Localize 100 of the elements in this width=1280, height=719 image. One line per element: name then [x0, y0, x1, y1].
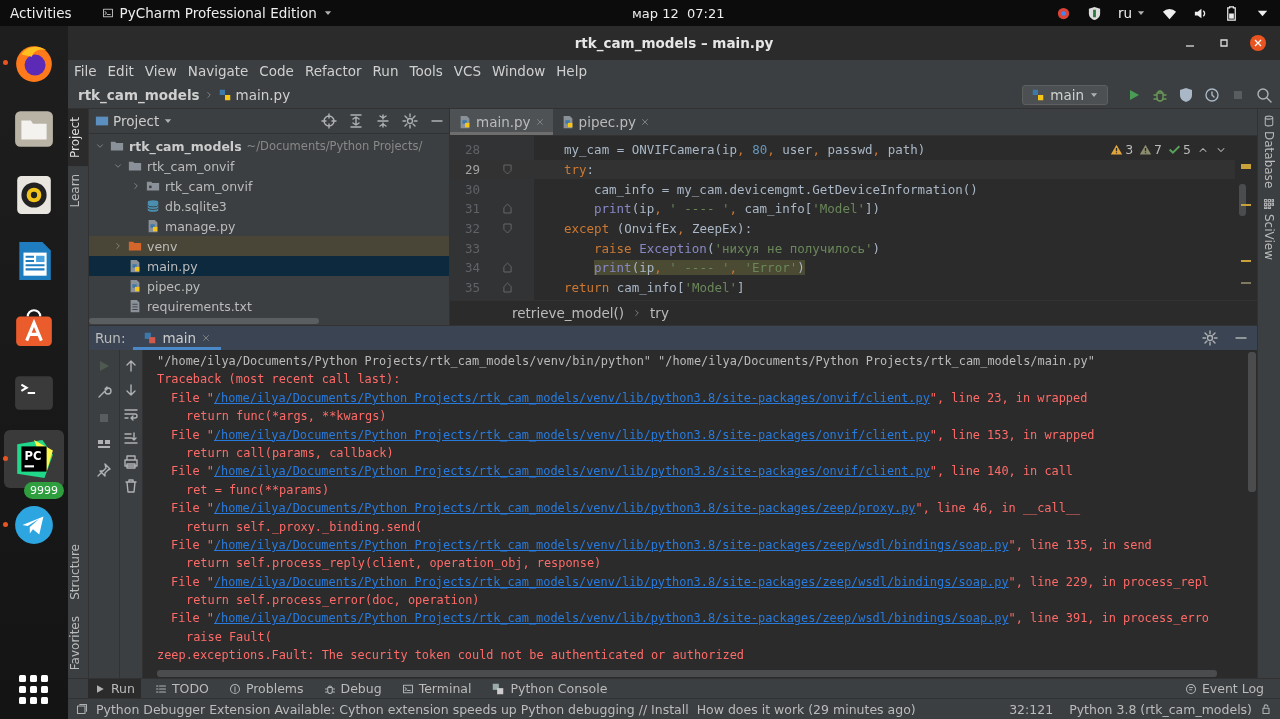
wrench-icon[interactable]	[96, 384, 112, 400]
tree-item[interactable]: rtk_cam_onvif	[89, 176, 449, 196]
battery-icon[interactable]	[1224, 5, 1239, 21]
warning-marker[interactable]	[1241, 282, 1251, 284]
project-view-dropdown[interactable]: Project	[113, 113, 160, 129]
menu-item[interactable]: Refactor	[304, 63, 362, 79]
tool-window-button[interactable]: Problems	[222, 679, 310, 698]
menu-item[interactable]: VCS	[453, 63, 481, 79]
tool-window-button[interactable]: Debug	[317, 679, 388, 698]
warning-marker[interactable]	[1241, 204, 1251, 206]
inspection-count[interactable]: 3	[1110, 142, 1134, 157]
collapse-all-icon[interactable]	[375, 113, 391, 129]
menu-item[interactable]: Window	[491, 63, 546, 79]
tool-window-tab[interactable]: Favorites	[68, 607, 88, 678]
debug-icon[interactable]	[1152, 87, 1168, 103]
breadcrumb[interactable]: main.py	[235, 87, 291, 103]
tree-item[interactable]: pipec.py	[89, 276, 449, 296]
app-grid-icon[interactable]	[19, 675, 49, 705]
lock-icon[interactable]	[1260, 703, 1272, 715]
wrap-icon[interactable]	[123, 406, 139, 422]
menu-item[interactable]: View	[144, 63, 177, 79]
pin-icon[interactable]	[96, 462, 112, 478]
menu-item[interactable]: Code	[259, 63, 294, 79]
fold-marker-icon[interactable]	[502, 282, 512, 294]
shopping-bag-icon[interactable]	[13, 306, 55, 348]
trash-icon[interactable]	[123, 478, 139, 494]
tree-item[interactable]: main.py	[89, 256, 449, 276]
browser-icon[interactable]	[1055, 5, 1071, 21]
tree-item[interactable]: rtk_cam_onvif	[89, 156, 449, 176]
menu-item[interactable]: Tools	[409, 63, 443, 79]
language-menu[interactable]: ru	[1117, 5, 1146, 21]
shield-icon[interactable]	[1086, 5, 1102, 21]
warning-marker[interactable]	[1241, 164, 1251, 169]
scrollbar-thumb[interactable]	[1239, 184, 1246, 216]
menu-item[interactable]: Navigate	[187, 63, 249, 79]
warning-marker[interactable]	[1241, 260, 1251, 262]
grid-icon[interactable]	[1263, 198, 1275, 211]
scrollbar-thumb[interactable]	[1248, 352, 1256, 492]
menu-item[interactable]: File	[74, 63, 97, 79]
file-link[interactable]: /home/ilya/Documents/Python Projects/rtk_cam_models/venv/lib/python3.8/site-packages/zeep/wsdl/bindings/soap.py	[213, 611, 1009, 626]
cursor-position[interactable]: 32:121	[1009, 701, 1054, 717]
tool-window-tab[interactable]: Structure	[68, 535, 88, 608]
paper-plane-icon[interactable]	[13, 504, 55, 546]
editor-tab[interactable]: pipec.py	[552, 109, 659, 135]
tool-window-button[interactable]: Python Console	[485, 679, 614, 698]
run-configuration-dropdown[interactable]: main	[1022, 85, 1108, 105]
tool-window-button[interactable]: Terminal	[395, 679, 478, 698]
file-link[interactable]: /home/ilya/Documents/Python Projects/rtk_cam_models/venv/lib/python3.8/site-packages/zeep/wsdl/bindings/soap.py	[213, 537, 1009, 552]
tool-window-tab[interactable]: SciView	[1262, 214, 1276, 261]
scrollbar-thumb[interactable]	[89, 318, 319, 324]
tree-item[interactable]: manage.py	[89, 216, 449, 236]
folder-icon[interactable]	[13, 108, 55, 150]
clock[interactable]: мар 12 07:21	[632, 5, 725, 21]
search-icon[interactable]	[1256, 87, 1272, 103]
scrollbar-thumb[interactable]	[157, 670, 1217, 677]
menu-item[interactable]: Edit	[107, 63, 134, 79]
database-icon	[146, 199, 160, 213]
status-message[interactable]: Python Debugger Extension Available: Cython extension speeds up Python debugging // Install How does it work (29 minutes ago)	[96, 701, 916, 717]
app-icon	[101, 7, 114, 19]
file-link[interactable]: /home/ilya/Documents/Python Projects/rtk_cam_models/venv/lib/python3.8/site-packages/onvif/client.py	[213, 390, 930, 405]
printer-icon[interactable]	[123, 454, 139, 470]
settings-icon[interactable]	[402, 113, 418, 129]
interpreter-selector[interactable]: Python 3.8 (rtk_cam_models)	[1069, 701, 1252, 717]
tree-item[interactable]: db.sqlite3	[89, 196, 449, 216]
menu-item[interactable]: Help	[556, 63, 587, 79]
check-icon	[1168, 143, 1182, 156]
tool-window-tab[interactable]: Project	[68, 109, 88, 167]
file-link[interactable]: /home/ilya/Documents/Python Projects/rtk_cam_models/venv/lib/python3.8/site-packages/zeep/wsdl/bindings/soap.py	[213, 574, 1009, 589]
tree-item[interactable]: venv	[89, 236, 449, 256]
settings-icon[interactable]	[1202, 330, 1218, 346]
scroll-to-end-icon[interactable]	[123, 430, 139, 446]
file-link[interactable]: /home/ilya/Documents/Python Projects/rtk_cam_models/venv/lib/python3.8/site-packages/onvif/client.py	[213, 464, 930, 479]
tree-item[interactable]: requirements.txt	[89, 296, 449, 316]
inspection-count[interactable]: 5	[1168, 142, 1191, 157]
tool-window-button[interactable]: TODO	[148, 679, 215, 698]
fold-marker-icon[interactable]	[502, 223, 512, 235]
inspection-count[interactable]: 7	[1139, 142, 1163, 157]
database-icon[interactable]	[1263, 115, 1275, 127]
breadcrumb[interactable]: try	[650, 305, 669, 321]
file-link[interactable]: /home/ilya/Documents/Python Projects/rtk_cam_models/venv/lib/python3.8/site-packages/zeep/proxy.py	[213, 501, 916, 516]
fold-marker-icon[interactable]	[502, 203, 512, 215]
editor-tab[interactable]: main.py	[450, 109, 553, 135]
target-icon[interactable]	[321, 113, 337, 129]
event-log-button[interactable]: Event Log	[1178, 679, 1270, 698]
window-icon[interactable]	[76, 703, 88, 715]
file-link[interactable]: /home/ilya/Documents/Python Projects/rtk_cam_models/venv/lib/python3.8/site-packages/onvif/client.py	[213, 427, 930, 442]
app-menu[interactable]: PyCharm Professional Edition	[101, 5, 333, 21]
run-tab[interactable]: main	[133, 326, 222, 350]
menu-item[interactable]: Run	[372, 63, 399, 79]
close-icon[interactable]	[1250, 35, 1266, 51]
tree-item[interactable]: rtk_cam_models ~/Documents/Python Projects/	[89, 136, 449, 156]
expand-all-icon[interactable]	[348, 113, 364, 129]
tool-window-button[interactable]: Run	[88, 679, 141, 698]
fold-marker-icon[interactable]	[502, 262, 512, 274]
fold-marker-icon[interactable]	[502, 164, 512, 176]
breadcrumb[interactable]: rtk_cam_models	[78, 87, 200, 103]
tool-window-tab[interactable]: Database	[1262, 131, 1276, 189]
activities-button[interactable]: Activities	[10, 5, 72, 21]
breadcrumb[interactable]: retrieve_model()	[512, 305, 625, 321]
tool-window-tab[interactable]: Learn	[68, 166, 88, 216]
